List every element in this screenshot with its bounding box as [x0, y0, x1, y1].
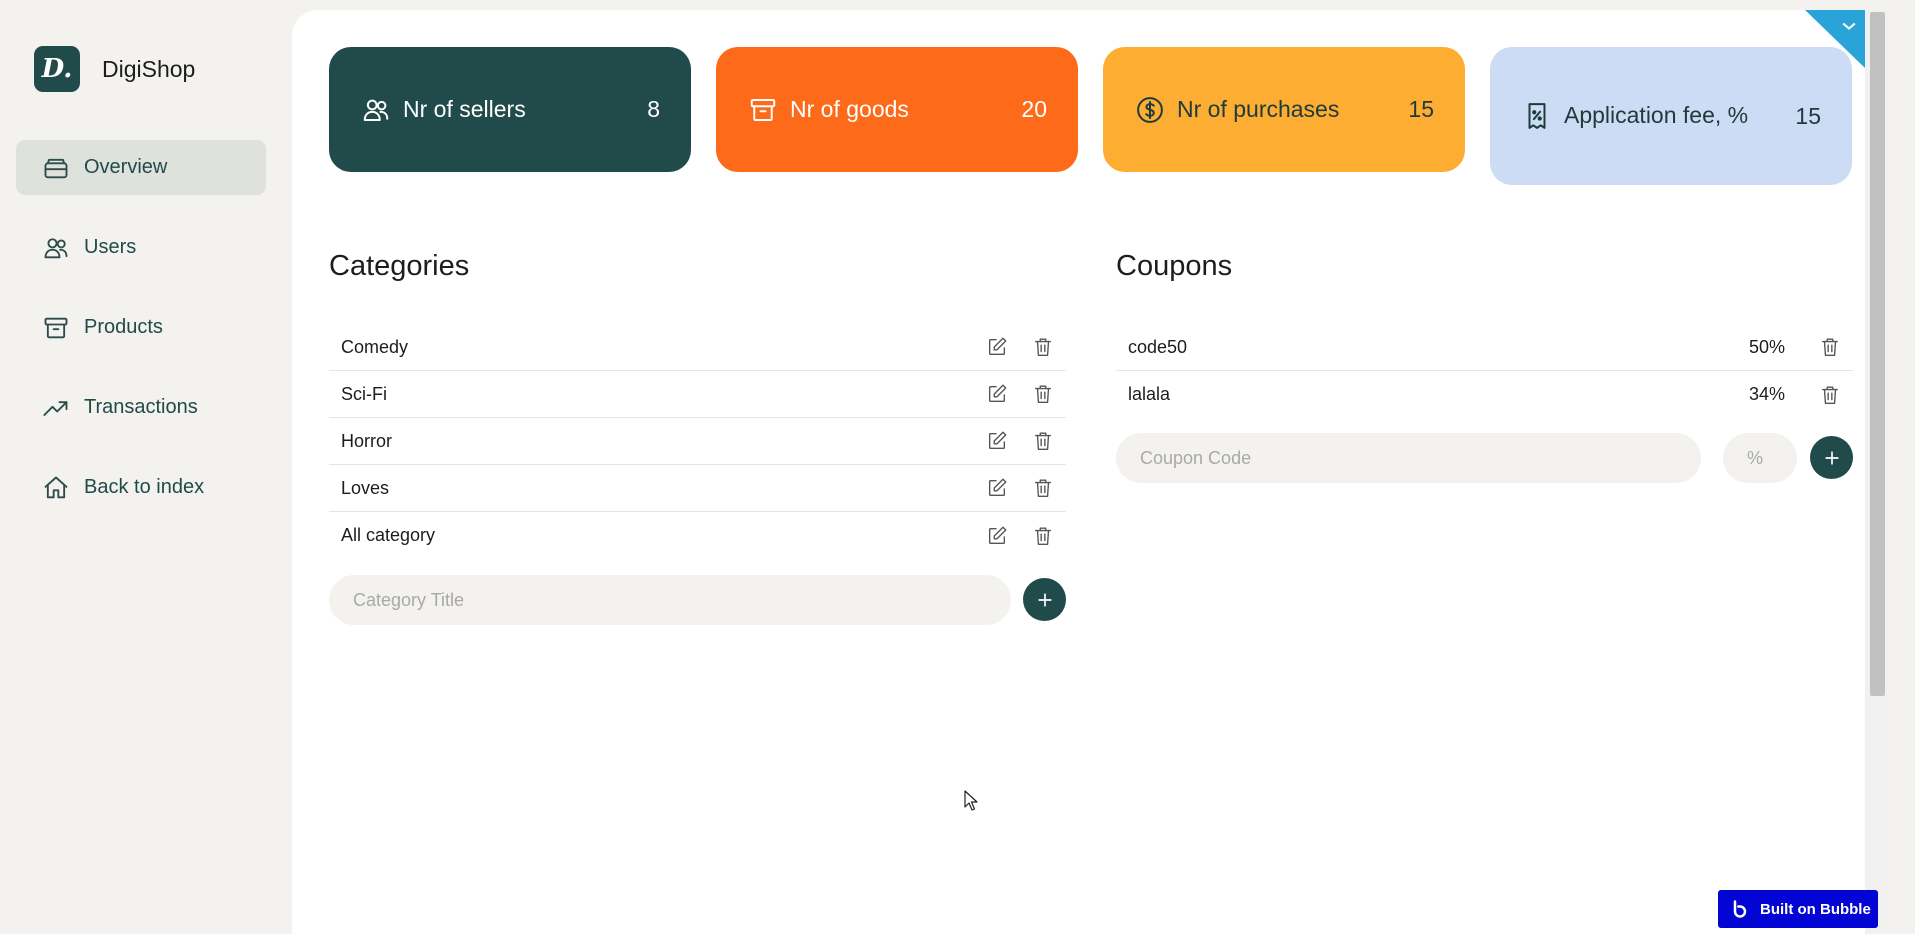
scrollbar[interactable]	[1865, 10, 1890, 934]
coupons-list: code50 50% lalala 34%	[1116, 324, 1853, 418]
sidebar-item-label: Transactions	[84, 396, 198, 418]
trash-icon[interactable]	[1819, 336, 1841, 358]
trash-icon[interactable]	[1032, 525, 1054, 547]
users-icon	[363, 99, 389, 121]
bubble-logo-icon	[1733, 900, 1747, 918]
trash-icon[interactable]	[1032, 477, 1054, 499]
stat-value: 20	[1021, 96, 1047, 122]
sidebar-item-label: Products	[84, 316, 163, 338]
sidebar-item-transactions[interactable]: Transactions	[16, 380, 266, 435]
stat-label: Nr of goods	[790, 95, 909, 122]
sidebar-item-label: Users	[84, 236, 137, 258]
categories-list: Comedy Sci-Fi Horror Loves All category	[329, 324, 1066, 559]
trash-icon[interactable]	[1032, 383, 1054, 405]
edit-icon[interactable]	[986, 336, 1008, 358]
trending-up-icon	[43, 400, 68, 416]
coupon-code: code50	[1128, 336, 1188, 357]
sidebar-item-label: Back to index	[84, 476, 205, 498]
archive-icon	[44, 317, 68, 338]
coupon-code-input[interactable]	[1116, 433, 1701, 483]
mouse-cursor-icon	[964, 790, 978, 811]
list-item: All category	[329, 512, 1066, 559]
archive-icon	[750, 98, 776, 121]
stat-label: Nr of purchases	[1177, 95, 1340, 122]
sidebar-item-back-to-index[interactable]: Back to index	[16, 460, 266, 515]
brand-logo: D.	[34, 46, 80, 92]
coupon-percent: 34%	[1748, 384, 1785, 404]
category-label: Horror	[341, 430, 393, 451]
coupon-percent-input[interactable]	[1723, 433, 1797, 483]
stat-card-goods: Nr of goods 20	[716, 47, 1078, 172]
trash-icon[interactable]	[1032, 430, 1054, 452]
category-label: Sci-Fi	[341, 383, 387, 404]
home-icon	[44, 476, 68, 498]
edit-icon[interactable]	[986, 477, 1008, 499]
badge-label: Built on Bubble	[1760, 900, 1871, 918]
plus-icon	[1824, 450, 1839, 465]
list-item: code50 50%	[1116, 324, 1853, 371]
stats-row: Nr of sellers 8 Nr of goods 20 Nr of pur…	[329, 47, 1852, 185]
sidebar: D. DigiShop Overview Users Products Tran…	[0, 0, 292, 934]
trash-icon[interactable]	[1032, 336, 1054, 358]
dollar-circle-icon	[1137, 96, 1163, 123]
sidebar-item-label: Overview	[84, 156, 168, 178]
list-item: Sci-Fi	[329, 371, 1066, 418]
edit-icon[interactable]	[986, 430, 1008, 452]
inbox-icon	[44, 158, 68, 178]
stat-value: 15	[1408, 96, 1434, 122]
list-item: Loves	[329, 465, 1066, 512]
stat-value: 8	[647, 96, 660, 122]
sidebar-item-users[interactable]: Users	[16, 220, 266, 275]
main-panel: Nr of sellers 8 Nr of goods 20 Nr of pur…	[292, 10, 1890, 934]
sidebar-item-overview[interactable]: Overview	[16, 140, 266, 195]
stat-label: Nr of sellers	[403, 95, 526, 122]
stat-value: 15	[1795, 102, 1821, 129]
stat-card-purchases: Nr of purchases 15	[1103, 47, 1465, 172]
categories-title: Categories	[329, 250, 470, 282]
scrollbar-thumb[interactable]	[1870, 12, 1885, 696]
built-on-bubble-badge[interactable]: Built on Bubble	[1718, 890, 1878, 928]
list-item: lalala 34%	[1116, 371, 1853, 418]
brand[interactable]: D. DigiShop	[34, 46, 195, 92]
brand-name: DigiShop	[102, 55, 196, 82]
category-label: All category	[341, 525, 436, 545]
coupon-code: lalala	[1128, 384, 1171, 404]
receipt-percent-icon	[1528, 103, 1546, 129]
stat-card-sellers: Nr of sellers 8	[329, 47, 691, 172]
coupon-percent: 50%	[1748, 336, 1785, 357]
coupons-title: Coupons	[1116, 250, 1233, 282]
edit-icon[interactable]	[986, 383, 1008, 405]
add-category-button[interactable]	[1023, 578, 1066, 621]
chevron-down-icon	[1842, 22, 1856, 30]
users-icon	[44, 237, 68, 258]
category-title-input[interactable]	[329, 575, 1011, 625]
list-item: Horror	[329, 418, 1066, 465]
edit-icon[interactable]	[986, 525, 1008, 547]
stat-label: Application fee, %	[1564, 102, 1749, 129]
add-coupon-button[interactable]	[1810, 436, 1853, 479]
category-label: Comedy	[341, 336, 409, 357]
trash-icon[interactable]	[1819, 384, 1841, 406]
plus-icon	[1037, 592, 1052, 607]
category-label: Loves	[341, 477, 390, 498]
list-item: Comedy	[329, 324, 1066, 371]
stat-card-application-fee: Application fee, % 15	[1490, 47, 1852, 185]
sidebar-item-products[interactable]: Products	[16, 300, 266, 355]
sidebar-nav: Overview Users Products Transactions Bac…	[16, 140, 266, 540]
